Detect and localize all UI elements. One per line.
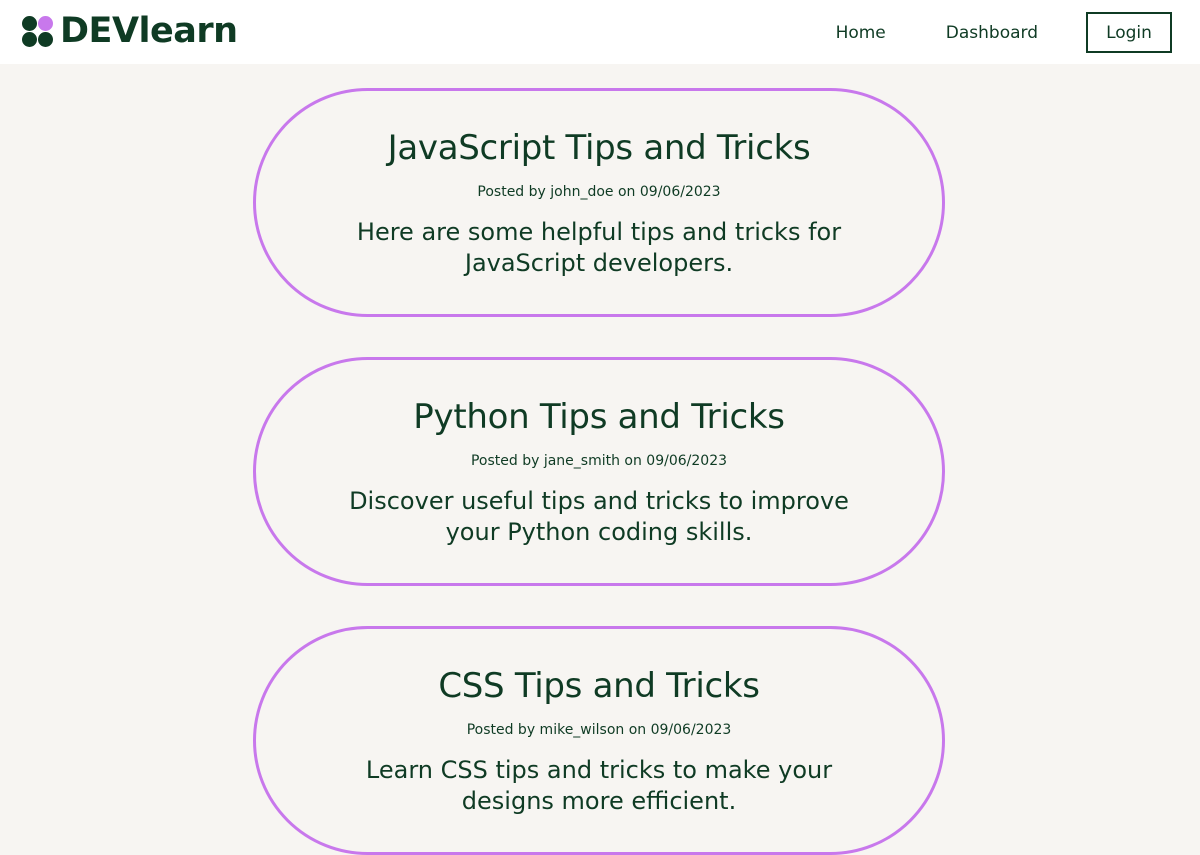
post-meta: Posted by jane_smith on 09/06/2023 — [470, 453, 728, 469]
logo-dot-bottom-right — [38, 32, 53, 47]
main-nav: Home Dashboard Login — [836, 10, 1172, 55]
post-excerpt: Learn CSS tips and tricks to make your d… — [365, 756, 833, 815]
login-button[interactable]: Login — [1086, 12, 1172, 53]
post-title: CSS Tips and Tricks — [438, 666, 760, 706]
logo-icon — [22, 15, 54, 47]
logo-dot-top-right — [38, 16, 53, 31]
top-navigation-bar: DEVlearn Home Dashboard Login — [0, 0, 1200, 64]
brand-name: DEVlearn — [60, 11, 238, 51]
post-excerpt: Here are some helpful tips and tricks fo… — [356, 218, 842, 277]
logo-dot-top-left — [22, 16, 37, 31]
post-meta: Posted by mike_wilson on 09/06/2023 — [466, 722, 732, 738]
nav-link-dashboard[interactable]: Dashboard — [946, 23, 1038, 43]
post-card[interactable]: JavaScript Tips and Tricks Posted by joh… — [253, 88, 945, 317]
post-title: JavaScript Tips and Tricks — [387, 128, 811, 168]
nav-link-home[interactable]: Home — [836, 23, 886, 43]
post-excerpt: Discover useful tips and tricks to impro… — [349, 487, 849, 546]
post-card[interactable]: Python Tips and Tricks Posted by jane_sm… — [253, 357, 945, 586]
post-card[interactable]: CSS Tips and Tricks Posted by mike_wilso… — [253, 626, 945, 855]
post-meta: Posted by john_doe on 09/06/2023 — [477, 184, 721, 200]
logo-dot-bottom-left — [22, 32, 37, 47]
post-title: Python Tips and Tricks — [413, 397, 785, 437]
brand-link[interactable]: DEVlearn — [22, 13, 238, 49]
